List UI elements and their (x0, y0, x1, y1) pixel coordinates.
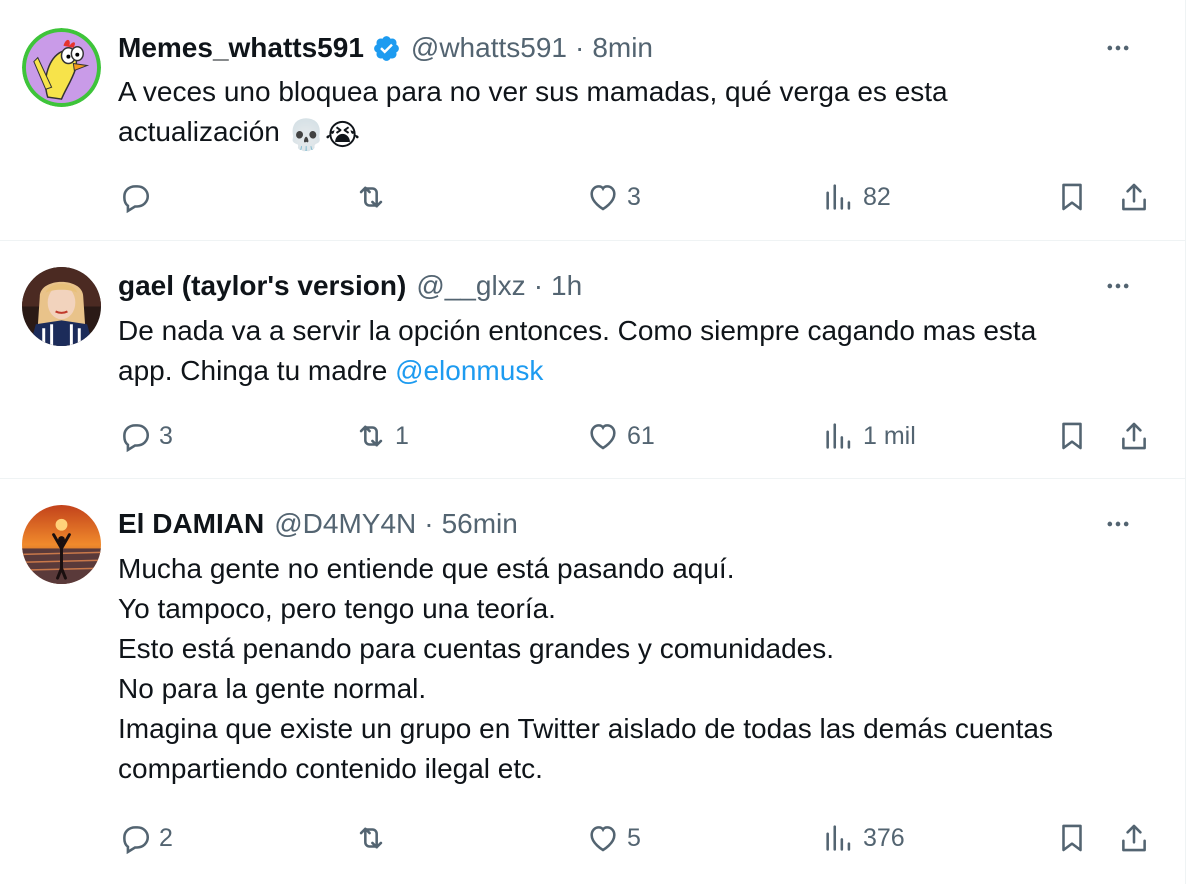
author-handle[interactable]: @D4MY4N (274, 508, 416, 540)
author-name[interactable]: El DAMIAN (118, 508, 264, 540)
avatar-chicken-image (22, 28, 101, 107)
avatar-sunset-image (22, 505, 101, 584)
views-icon (826, 825, 851, 851)
reply-button[interactable]: 2 (118, 818, 173, 858)
bookmark-button[interactable] (1055, 177, 1089, 217)
tweet-actions: 3 82 (0, 177, 1185, 217)
tweet-text-fragment: app. Chinga tu madre (118, 355, 396, 386)
tweet-actions: 2 5 376 (0, 818, 1185, 858)
like-count: 3 (627, 182, 641, 211)
like-icon (590, 826, 616, 852)
like-button[interactable]: 61 (586, 416, 655, 456)
tweet-text-fragment: actualización (118, 116, 280, 147)
author-name[interactable]: Memes_whatts591 (118, 32, 364, 64)
like-count: 61 (627, 421, 655, 450)
tweet-text-line: Imagina que existe un grupo en Twitter a… (118, 713, 1053, 744)
more-options-button[interactable] (1101, 507, 1135, 541)
retweet-icon (359, 827, 383, 849)
reply-icon (123, 424, 150, 453)
share-icon (1122, 422, 1146, 450)
share-button[interactable] (1117, 416, 1151, 456)
tweet[interactable]: Memes_whatts591 @whatts591 · 8min A vece… (0, 0, 1185, 241)
like-icon (590, 424, 616, 450)
tweet[interactable]: gael (taylor's version) @__glxz · 1h De … (0, 241, 1185, 479)
verified-icon (372, 34, 401, 63)
view-count: 1 mil (863, 421, 916, 450)
reply-button[interactable] (118, 177, 159, 217)
mention-link[interactable]: @elonmusk (395, 355, 543, 386)
timeline-feed: Memes_whatts591 @whatts591 · 8min A vece… (0, 0, 1186, 884)
like-button[interactable]: 3 (586, 177, 641, 217)
avatar-portrait-image (22, 267, 101, 346)
tweet-text: A veces uno bloquea para no ver sus mama… (118, 72, 1149, 156)
tweet-text-line: compartiendo contenido ilegal etc. (118, 753, 543, 784)
avatar[interactable] (22, 267, 101, 346)
reply-icon (123, 826, 150, 855)
share-button[interactable] (1117, 818, 1151, 858)
share-icon (1122, 824, 1146, 852)
avatar[interactable] (22, 505, 101, 584)
bookmark-icon (1062, 422, 1082, 450)
tweet-text: De nada va a servir la opción entonces. … (118, 311, 1149, 391)
bookmark-icon (1062, 824, 1082, 852)
more-icon (1107, 283, 1129, 289)
tweet-text: Mucha gente no entiende que está pasando… (118, 549, 1149, 789)
tweet-text-line: actualización 💀😭 (118, 112, 1149, 156)
views-button[interactable]: 82 (822, 177, 891, 217)
reply-icon (123, 185, 150, 214)
tweet-text-line: A veces uno bloquea para no ver sus mama… (118, 76, 948, 107)
author-handle[interactable]: @__glxz (416, 270, 525, 302)
reply-count: 3 (159, 421, 173, 450)
separator-dot: · (574, 32, 585, 63)
author-name[interactable]: gael (taylor's version) (118, 270, 406, 302)
more-icon (1107, 521, 1129, 527)
tweet-text-line: De nada va a servir la opción entonces. … (118, 315, 1037, 346)
tweet-timestamp[interactable]: 1h (551, 270, 582, 302)
separator-dot: · (424, 508, 434, 539)
views-icon (826, 184, 851, 210)
views-button[interactable]: 376 (822, 818, 905, 858)
separator-dot: · (533, 270, 544, 301)
view-count: 82 (863, 182, 891, 211)
bookmark-button[interactable] (1055, 818, 1089, 858)
author-handle[interactable]: @whatts591 (411, 32, 567, 64)
more-options-button[interactable] (1101, 269, 1135, 303)
share-button[interactable] (1117, 177, 1151, 217)
tweet-text-line: No para la gente normal. (118, 673, 427, 704)
retweet-button[interactable] (354, 818, 395, 858)
tweet-timestamp[interactable]: 8min (592, 32, 653, 64)
tweet[interactable]: El DAMIAN @D4MY4N · 56min Mucha gente no… (0, 479, 1185, 884)
tweet-header: gael (taylor's version) @__glxz · 1h (118, 268, 1125, 304)
view-count: 376 (863, 823, 905, 852)
skull-emoji: 💀 (287, 118, 326, 153)
like-icon (590, 185, 616, 211)
bookmark-icon (1062, 183, 1082, 211)
retweet-icon (359, 425, 383, 447)
share-icon (1122, 183, 1146, 211)
views-button[interactable]: 1 mil (822, 416, 916, 456)
tweet-actions: 3 1 61 1 mil (0, 416, 1185, 456)
views-icon (826, 423, 851, 449)
reply-count: 2 (159, 823, 173, 852)
tweet-timestamp[interactable]: 56min (442, 508, 518, 540)
tweet-header: Memes_whatts591 @whatts591 · 8min (118, 30, 1125, 66)
tweet-header: El DAMIAN @D4MY4N · 56min (118, 506, 1125, 542)
more-icon (1107, 45, 1129, 51)
tweet-text-line: Esto está penando para cuentas grandes y… (118, 633, 835, 664)
avatar[interactable] (22, 28, 101, 107)
like-count: 5 (627, 823, 641, 852)
tweet-text-line: app. Chinga tu madre @elonmusk (118, 351, 1149, 391)
retweet-button[interactable] (354, 177, 395, 217)
retweet-count: 1 (395, 421, 409, 450)
crying-face-emoji: 😭 (325, 118, 361, 153)
more-options-button[interactable] (1101, 31, 1135, 65)
reply-button[interactable]: 3 (118, 416, 173, 456)
like-button[interactable]: 5 (586, 818, 641, 858)
tweet-text-line: Mucha gente no entiende que está pasando… (118, 553, 735, 584)
tweet-text-line: Yo tampoco, pero tengo una teoría. (118, 593, 556, 624)
bookmark-button[interactable] (1055, 416, 1089, 456)
retweet-icon (359, 186, 383, 208)
retweet-button[interactable]: 1 (354, 416, 409, 456)
